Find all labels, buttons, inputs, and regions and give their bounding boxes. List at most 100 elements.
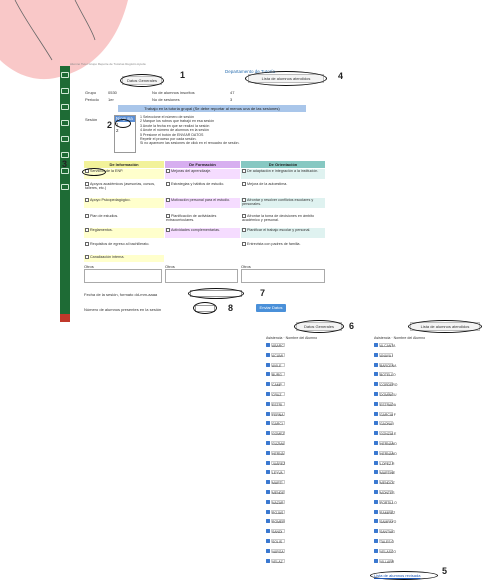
item-plan-work[interactable]: Planificar el trabajo escolar y personal…	[241, 228, 325, 238]
edit-icon[interactable]	[61, 120, 69, 126]
attendance-checkbox[interactable]	[374, 460, 378, 465]
item-learning-improvement[interactable]: Mejoras del aprendizaje.	[165, 169, 240, 179]
attendance-checkbox[interactable]	[374, 401, 378, 406]
attendance-checkbox[interactable]	[266, 558, 270, 563]
attendance-checkbox[interactable]	[374, 352, 378, 357]
list-item[interactable]: BARCENA	[374, 362, 396, 368]
attendance-checkbox[interactable]	[374, 392, 378, 396]
checkbox[interactable]	[166, 228, 170, 232]
checkbox[interactable]	[85, 228, 89, 232]
list-item[interactable]: JUÁREZ	[266, 460, 285, 466]
item-adaptation[interactable]: De adaptación e integración a la institu…	[241, 169, 325, 179]
checkbox[interactable]	[242, 242, 246, 246]
list-item[interactable]: VELAZ	[266, 558, 285, 564]
attendance-checkbox[interactable]	[266, 411, 270, 416]
user-icon[interactable]	[61, 88, 69, 94]
item-decision-making[interactable]: Afrontar la toma de decisiones en ámbito…	[241, 214, 325, 224]
checkbox[interactable]	[242, 169, 246, 173]
attendance-checkbox[interactable]	[266, 352, 270, 357]
attendance-checkbox[interactable]	[266, 490, 270, 494]
attendance-checkbox[interactable]	[266, 499, 270, 504]
list-item[interactable]: MONTES	[374, 490, 395, 495]
others-textarea-2[interactable]	[165, 269, 238, 283]
attendance-checkbox[interactable]	[374, 490, 378, 494]
item-regulations[interactable]: Reglamentos.	[84, 228, 164, 238]
attendance-checkbox[interactable]	[374, 411, 378, 416]
others-textarea-1[interactable]	[84, 269, 162, 283]
attendance-checkbox[interactable]	[266, 519, 270, 524]
list-item[interactable]: SANTIAG	[374, 529, 395, 534]
reviewed-list-link[interactable]: Lista de alumnos revisada	[374, 573, 420, 578]
list-item[interactable]: ALCANTA	[374, 343, 395, 348]
attendance-checkbox[interactable]	[374, 519, 378, 524]
list-item[interactable]: CAMP	[266, 382, 285, 387]
attendance-checkbox[interactable]	[374, 548, 378, 553]
list-item[interactable]: BOTELLO	[374, 372, 396, 377]
checkbox[interactable]	[166, 169, 170, 173]
item-graduation-reqs[interactable]: Requisitos de egreso al bachillerato.	[84, 242, 164, 252]
list-item[interactable]: CRUZ	[266, 392, 285, 397]
item-parent-interview[interactable]: Entrevista con padres de familia.	[241, 242, 325, 252]
list-item[interactable]: CORDERO	[374, 382, 397, 387]
attendance-checkbox[interactable]	[266, 372, 270, 377]
item-extracurricular[interactable]: Planificación de actividades extracurric…	[165, 214, 240, 224]
list-item[interactable]: VELASCO	[374, 548, 396, 554]
list-item[interactable]: GUZMA	[266, 441, 285, 446]
list-item[interactable]: ABARC	[266, 343, 285, 348]
attendance-checkbox[interactable]	[374, 441, 378, 445]
list-item[interactable]: GOMEZ	[266, 431, 285, 436]
list-item[interactable]: FERNA	[266, 411, 285, 417]
item-study-habits[interactable]: Estrategias y hábitos de estudio.	[165, 182, 240, 194]
list-item[interactable]: DOMÍNGU	[374, 392, 396, 397]
list-item[interactable]: SANDI	[266, 529, 285, 534]
list-item[interactable]: PORTILLO	[374, 499, 397, 505]
item-complementary[interactable]: Actividades complementarias.	[165, 228, 240, 238]
checkbox[interactable]	[242, 228, 246, 232]
pencil-icon[interactable]	[61, 136, 69, 142]
list-item[interactable]: GONZALE	[374, 431, 396, 436]
item-psychopedagogic[interactable]: Apoyo Psicopedagógico.	[84, 198, 164, 208]
attendance-checkbox[interactable]	[266, 362, 270, 367]
list-item[interactable]: GARCI	[266, 421, 285, 426]
attendance-checkbox[interactable]	[374, 539, 378, 543]
checkbox[interactable]	[85, 255, 89, 259]
checkbox[interactable]	[166, 198, 170, 202]
attendance-checkbox[interactable]	[374, 421, 378, 426]
attendance-checkbox[interactable]	[266, 392, 270, 396]
item-internal-referral[interactable]: Canalización interna.	[84, 255, 164, 262]
attendance-checkbox[interactable]	[374, 431, 378, 436]
logout-icon[interactable]	[60, 314, 70, 322]
list-item[interactable]: ROMER	[266, 519, 285, 524]
others-textarea-3[interactable]	[241, 269, 325, 283]
attendance-checkbox[interactable]	[266, 441, 270, 445]
attendance-checkbox[interactable]	[266, 421, 270, 426]
list-item[interactable]: RAMIREZ	[374, 509, 395, 515]
attendance-checkbox[interactable]	[374, 470, 378, 475]
list-item[interactable]: HERNÁ	[266, 450, 285, 456]
list-item[interactable]: HERNAND	[374, 441, 397, 446]
item-conflicts[interactable]: Afrontar y resolver conflictos escolares…	[241, 198, 325, 208]
list-item[interactable]: VARGA	[266, 548, 285, 554]
attendance-checkbox[interactable]	[266, 539, 270, 543]
list-item[interactable]: GAONA I	[374, 421, 394, 426]
list-item[interactable]: AVILE	[266, 362, 285, 368]
attendance-checkbox[interactable]	[266, 431, 270, 436]
session-option-2[interactable]: 2	[115, 128, 135, 134]
list-item[interactable]: HERNAND	[374, 450, 397, 456]
list-item[interactable]: SAMPAYO	[374, 519, 396, 524]
send-data-button[interactable]: Enviar Datos	[256, 304, 286, 312]
exit-icon[interactable]	[61, 184, 69, 190]
list-item[interactable]: VILLARR	[374, 558, 394, 564]
document-icon[interactable]	[61, 152, 69, 158]
attendance-checkbox[interactable]	[266, 529, 270, 534]
list-item[interactable]: LOPEZ R	[374, 460, 395, 466]
attendance-checkbox[interactable]	[374, 450, 378, 455]
item-academic-support[interactable]: Apoyos académicos (asesorías, cursos, ta…	[84, 182, 164, 194]
list-item[interactable]: MENDOZ	[374, 480, 395, 485]
attendance-checkbox[interactable]	[374, 343, 378, 347]
attendance-checkbox[interactable]	[374, 499, 378, 504]
list-item[interactable]: BURG	[266, 372, 285, 377]
attendance-checkbox[interactable]	[266, 470, 270, 475]
list-item[interactable]: MARTÍ	[266, 480, 285, 485]
checkbox[interactable]	[85, 242, 89, 246]
